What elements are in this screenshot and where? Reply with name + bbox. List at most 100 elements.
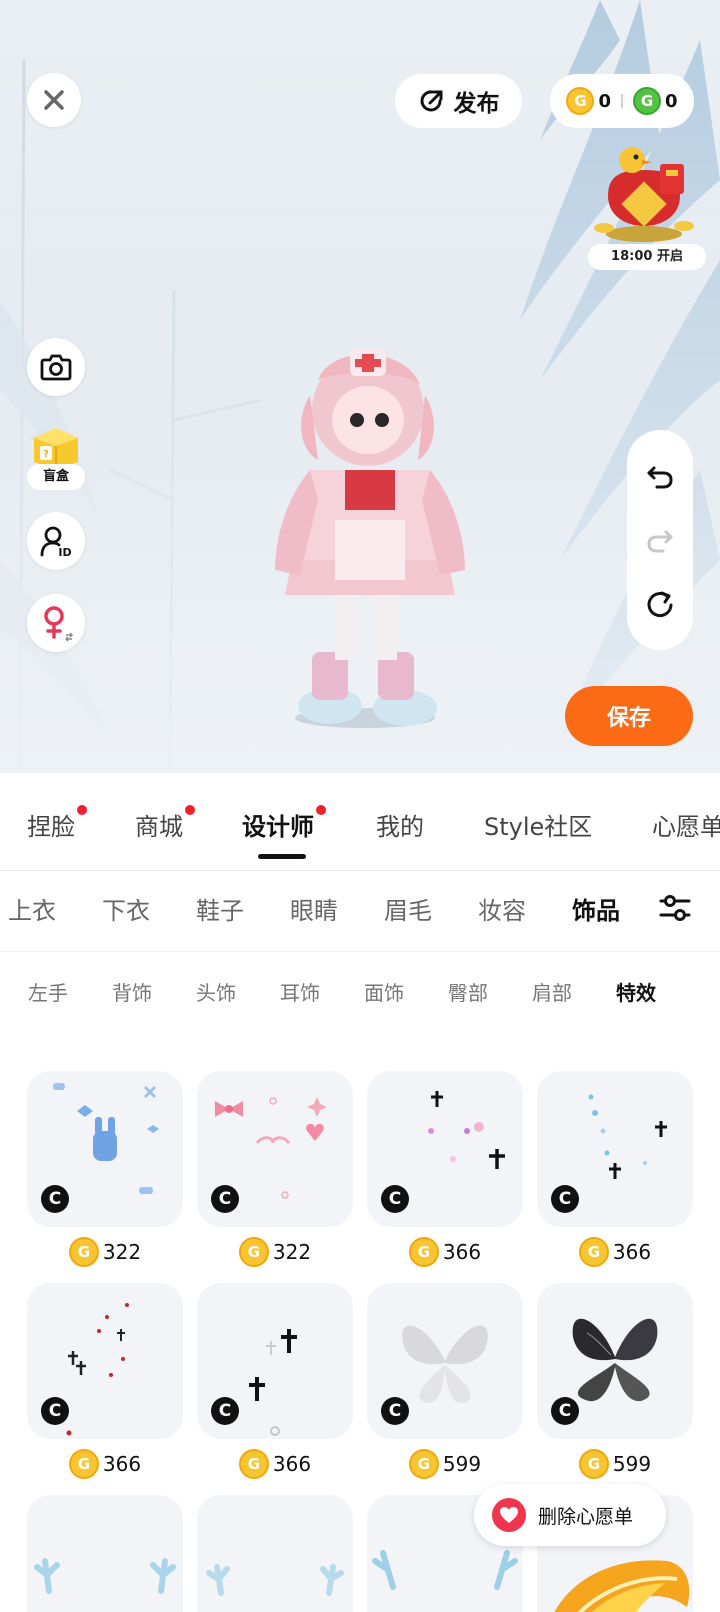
creator-badge: C [381, 1397, 409, 1425]
item-price: G 599 [537, 1449, 693, 1479]
tab-wishlist[interactable]: 心愿单 [652, 807, 720, 842]
currency-balance[interactable]: G 0 G 0 [550, 74, 694, 128]
item-price: G 366 [537, 1237, 693, 1267]
undo-icon[interactable] [644, 460, 676, 492]
tab-hip[interactable]: 臀部 [448, 977, 488, 1006]
gold-coin-icon: G [408, 1449, 439, 1479]
tab-tops[interactable]: 上衣 [8, 891, 56, 926]
tab-mine[interactable]: 我的 [376, 807, 424, 842]
tab-makeup[interactable]: 妆容 [478, 891, 526, 926]
tab-earrings[interactable]: 耳饰 [280, 977, 320, 1006]
remove-wishlist-button[interactable]: 删除心愿单 [474, 1484, 666, 1546]
subcategory-tabs: 左手 背饰 头饰 耳饰 面饰 臀部 肩部 特效 [0, 977, 720, 1007]
tab-style-community[interactable]: Style社区 [484, 807, 592, 842]
tab-eyebrows[interactable]: 眉毛 [384, 891, 432, 926]
svg-text:ID: ID [58, 546, 71, 558]
active-tab-indicator [258, 854, 306, 859]
item-price: G 366 [197, 1449, 353, 1479]
close-icon [44, 90, 64, 110]
publish-button[interactable]: 发布 [395, 74, 522, 128]
green-coin-icon: G [633, 87, 661, 115]
reset-icon[interactable] [644, 588, 676, 620]
tab-shoes[interactable]: 鞋子 [196, 891, 244, 926]
publish-label: 发布 [453, 91, 500, 117]
gold-coin-icon: G [578, 1237, 609, 1267]
divider [621, 94, 623, 108]
item-thumbnail: C [367, 1283, 523, 1439]
tab-face-accessory[interactable]: 面饰 [364, 977, 404, 1006]
gold-coin-icon: G [238, 1449, 269, 1479]
item-price: G 366 [367, 1237, 523, 1267]
category-tabs: 上衣 下衣 鞋子 眼睛 眉毛 妆容 饰品 [0, 891, 720, 931]
tab-headwear[interactable]: 头饰 [196, 977, 236, 1006]
tab-shoulder[interactable]: 肩部 [532, 977, 572, 1006]
item-price: G 366 [27, 1449, 183, 1479]
green-coin-count: 0 [665, 90, 678, 112]
history-controls [627, 430, 693, 650]
camera-button[interactable] [27, 338, 85, 396]
divider [0, 870, 720, 871]
female-icon [44, 606, 74, 642]
divider [0, 951, 720, 952]
creator-badge: C [211, 1185, 239, 1213]
item-thumbnail: C [537, 1283, 693, 1439]
avatar-id-button[interactable]: ID [27, 512, 85, 570]
creator-badge: C [41, 1185, 69, 1213]
item-price: G 322 [197, 1237, 353, 1267]
gold-coin-icon: G [408, 1237, 439, 1267]
ice-antlers-icon [34, 1558, 176, 1594]
blindbox-label: 盲盒 [27, 464, 85, 490]
item-thumbnail: C [537, 1071, 693, 1227]
item-thumbnail: C [197, 1071, 353, 1227]
gender-switch-button[interactable] [27, 594, 85, 652]
heart-icon [492, 1498, 526, 1532]
event-start-time: 18:00 开启 [588, 244, 706, 270]
redo-icon[interactable] [644, 524, 676, 556]
save-button[interactable]: 保存 [565, 686, 693, 746]
creator-badge: C [381, 1185, 409, 1213]
item-thumbnail: C [367, 1071, 523, 1227]
ice-antlers-icon [206, 1564, 344, 1596]
tab-effects[interactable]: 特效 [616, 977, 656, 1006]
tab-back[interactable]: 背饰 [112, 977, 152, 1006]
creator-badge: C [211, 1397, 239, 1425]
new-dot [185, 805, 195, 815]
tab-designer[interactable]: 设计师 [242, 805, 326, 842]
creator-badge: C [551, 1397, 579, 1425]
gold-coin-icon: G [238, 1237, 269, 1267]
gold-coin-icon: G [566, 87, 595, 115]
gold-coin-icon: G [578, 1449, 609, 1479]
blindbox-icon: ? [34, 428, 78, 470]
svg-text:?: ? [43, 449, 49, 460]
item-price: G 599 [367, 1449, 523, 1479]
close-button[interactable] [27, 73, 81, 127]
item-price: G 322 [27, 1237, 183, 1267]
item-thumbnail: C [197, 1283, 353, 1439]
remove-wishlist-label: 删除心愿单 [538, 1505, 634, 1528]
creator-badge: C [551, 1185, 579, 1213]
lucky-bag-event[interactable]: 18:00 开启 [588, 146, 710, 270]
item-thumbnail: C [197, 1495, 353, 1612]
new-dot [316, 805, 326, 815]
tab-store[interactable]: 商城 [135, 805, 195, 842]
avatar-scene[interactable]: 发布 G 0 G 0 18:00 开启 ? 盲盒 ID 保存 [0, 0, 720, 773]
item-thumbnail: C [27, 1495, 183, 1612]
blindbox-button[interactable]: ? 盲盒 [26, 420, 86, 490]
gold-coin-icon: G [68, 1237, 99, 1267]
filter-settings-icon[interactable] [658, 891, 692, 925]
gold-coin-count: 0 [598, 90, 611, 112]
tab-eyes[interactable]: 眼睛 [290, 891, 338, 926]
camera-icon [40, 354, 72, 381]
publish-icon [420, 90, 442, 112]
creator-badge: C [41, 1397, 69, 1425]
item-thumbnail: C [27, 1283, 183, 1439]
lucky-bag-icon [594, 147, 694, 242]
tab-left-hand[interactable]: 左手 [28, 977, 68, 1006]
main-tabs: 捏脸 商城 设计师 我的 Style社区 心愿单 [0, 805, 720, 847]
item-thumbnail: C [27, 1071, 183, 1227]
tab-accessories[interactable]: 饰品 [572, 891, 620, 926]
tab-face[interactable]: 捏脸 [27, 805, 87, 842]
tab-bottoms[interactable]: 下衣 [102, 891, 150, 926]
user-id-icon: ID [40, 526, 72, 558]
new-dot [77, 805, 87, 815]
